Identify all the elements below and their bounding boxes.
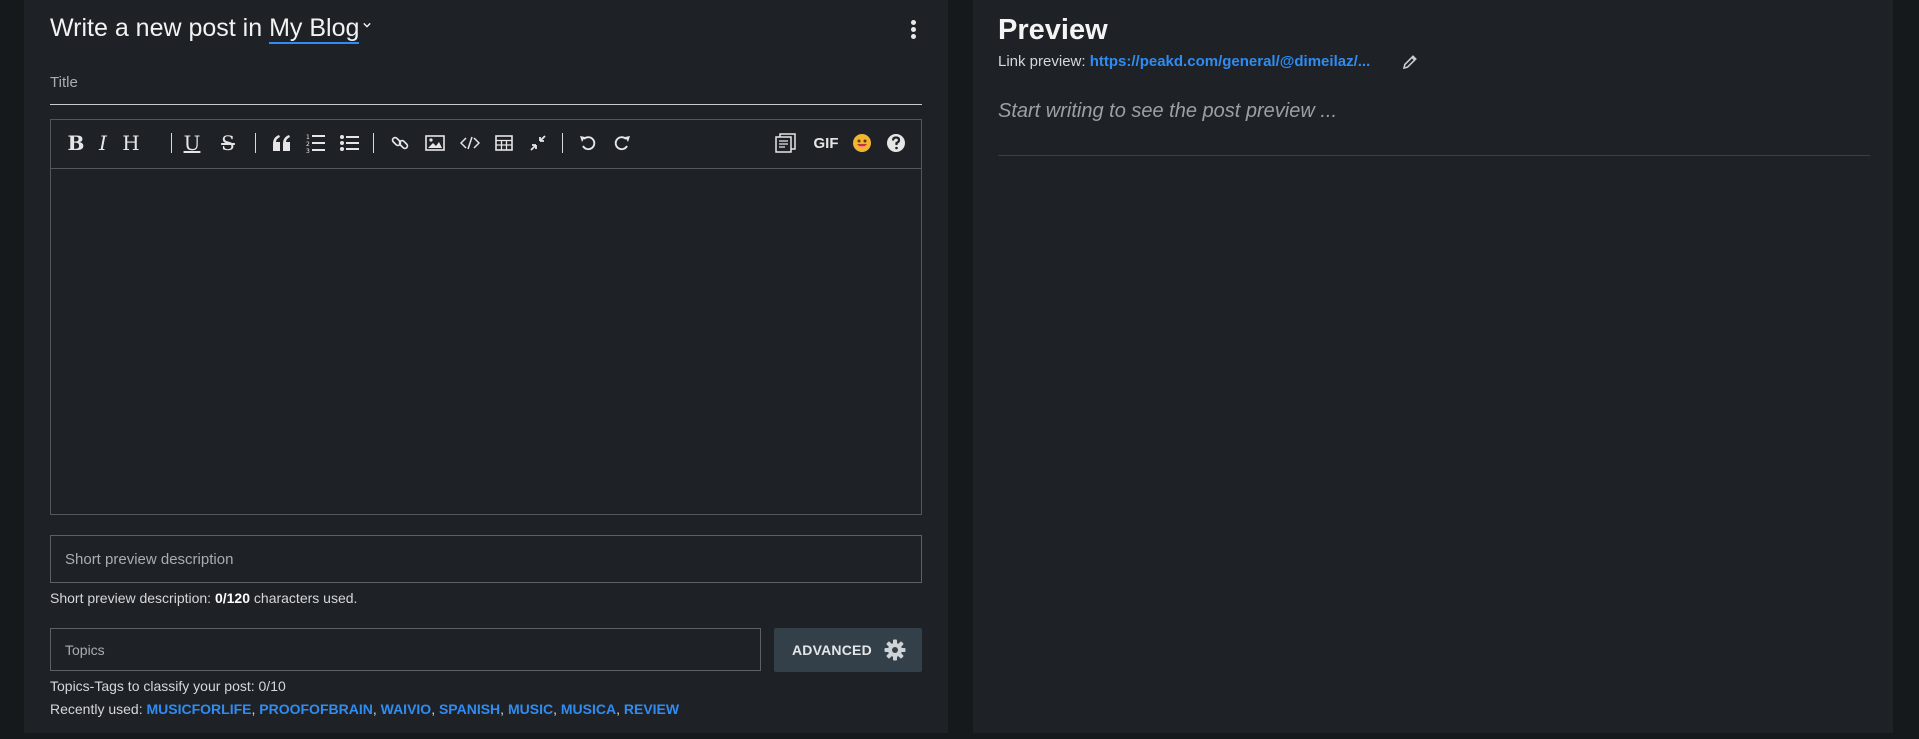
blog-selector[interactable]: My Blog bbox=[269, 14, 360, 44]
blog-name: My Blog bbox=[269, 14, 360, 42]
recent-tag[interactable]: WAIVIO bbox=[381, 701, 432, 717]
description-placeholder: Short preview description bbox=[65, 551, 234, 568]
emoji-icon[interactable] bbox=[851, 130, 873, 156]
help-icon[interactable] bbox=[885, 130, 907, 156]
recent-tag[interactable]: REVIEW bbox=[624, 701, 679, 717]
image-icon[interactable] bbox=[423, 130, 447, 156]
recently-used-tags: Recently used: MUSICFORLIFE, PROOFOFBRAI… bbox=[50, 701, 680, 717]
strikethrough-button[interactable]: S bbox=[217, 130, 239, 156]
gear-icon bbox=[884, 639, 906, 661]
topics-placeholder: Topics bbox=[65, 642, 105, 658]
recent-tag[interactable]: MUSIC bbox=[508, 701, 553, 717]
link-preview: Link preview: https://peakd.com/general/… bbox=[998, 53, 1371, 70]
editor-toolbar: B I H U S 123 GIF bbox=[51, 120, 921, 169]
collapse-icon[interactable] bbox=[527, 130, 549, 156]
svg-text:1: 1 bbox=[306, 134, 310, 141]
pencil-icon[interactable] bbox=[1401, 53, 1419, 71]
heading-button[interactable]: H bbox=[119, 130, 143, 156]
recent-tag[interactable]: MUSICFORLIFE bbox=[147, 701, 252, 717]
preview-divider bbox=[998, 155, 1870, 156]
description-counter: Short preview description: 0/120 charact… bbox=[50, 590, 358, 606]
undo-icon[interactable] bbox=[577, 130, 599, 156]
heading-prefix: Write a new post in bbox=[50, 14, 263, 42]
description-count: 0/120 bbox=[214, 590, 251, 606]
gif-button[interactable]: GIF bbox=[811, 130, 841, 156]
bold-button[interactable]: B bbox=[65, 130, 87, 156]
svg-text:3: 3 bbox=[306, 148, 310, 153]
templates-icon[interactable] bbox=[774, 130, 798, 156]
advanced-button[interactable]: ADVANCED bbox=[774, 628, 922, 672]
editor-panel: Write a new post in My Blog Title B I H … bbox=[24, 0, 948, 733]
underline-button[interactable]: U bbox=[181, 130, 203, 156]
link-icon[interactable] bbox=[389, 130, 411, 156]
advanced-label: ADVANCED bbox=[792, 642, 872, 658]
tags-counter: Topics-Tags to classify your post: 0/10 bbox=[50, 678, 286, 694]
redo-icon[interactable] bbox=[611, 130, 633, 156]
quote-icon[interactable] bbox=[271, 130, 293, 156]
composer-heading: Write a new post in My Blog bbox=[50, 14, 372, 44]
toolbar-divider bbox=[373, 133, 374, 153]
preview-placeholder: Start writing to see the post preview ..… bbox=[998, 100, 1338, 122]
preview-panel: Preview Link preview: https://peakd.com/… bbox=[973, 0, 1893, 733]
title-placeholder: Title bbox=[50, 74, 78, 91]
chevron-down-icon[interactable] bbox=[363, 21, 372, 29]
recent-tag[interactable]: SPANISH bbox=[439, 701, 500, 717]
more-options-icon[interactable] bbox=[908, 20, 918, 42]
svg-text:2: 2 bbox=[306, 141, 310, 148]
italic-button[interactable]: I bbox=[93, 130, 113, 156]
title-input[interactable]: Title bbox=[50, 70, 922, 105]
editor-textarea[interactable] bbox=[51, 169, 921, 514]
link-preview-url[interactable]: https://peakd.com/general/@dimeilaz/... bbox=[1090, 53, 1371, 70]
unordered-list-icon[interactable] bbox=[339, 130, 361, 156]
topics-input[interactable]: Topics bbox=[50, 628, 761, 671]
toolbar-divider bbox=[255, 133, 256, 153]
table-icon[interactable] bbox=[493, 130, 515, 156]
short-description-input[interactable]: Short preview description bbox=[50, 535, 922, 583]
code-icon[interactable] bbox=[459, 130, 481, 156]
markdown-editor[interactable]: B I H U S 123 GIF bbox=[50, 119, 922, 515]
preview-title: Preview bbox=[998, 14, 1108, 46]
toolbar-divider bbox=[562, 133, 563, 153]
toolbar-divider bbox=[171, 133, 172, 153]
ordered-list-icon[interactable]: 123 bbox=[305, 130, 327, 156]
recent-tag[interactable]: MUSICA bbox=[561, 701, 616, 717]
recent-tag[interactable]: PROOFOFBRAIN bbox=[259, 701, 373, 717]
